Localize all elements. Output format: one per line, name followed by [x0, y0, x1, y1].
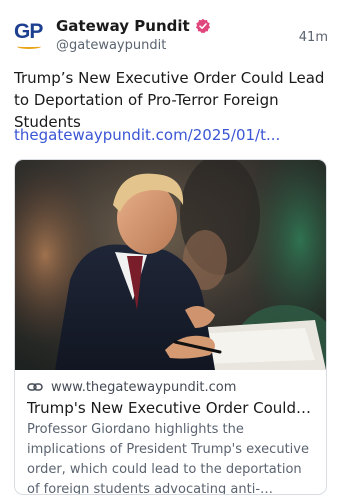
card-title[interactable]: Trump's New Executive Order Could L... — [27, 398, 315, 418]
author-name-row: Gateway Pundit — [56, 16, 211, 36]
post-header: GP Gateway Pundit @gatewaypundit 41m — [14, 14, 328, 58]
post-link[interactable]: thegatewaypundit.com/2025/01/t... — [14, 126, 280, 144]
author-name[interactable]: Gateway Pundit — [56, 17, 190, 35]
author-handle[interactable]: @gatewaypundit — [56, 38, 166, 53]
card-domain: www.thegatewaypundit.com — [51, 379, 237, 395]
post-body-text: Trump’s New Executive Order Could Lead t… — [14, 69, 325, 131]
post-timestamp[interactable]: 41m — [299, 30, 328, 45]
avatar-swoosh — [17, 44, 41, 49]
card-meta: www.thegatewaypundit.com Trump's New Exe… — [15, 370, 326, 495]
verified-badge-icon — [195, 18, 211, 34]
avatar-logo-text: GP — [14, 20, 43, 43]
link-preview-card[interactable]: www.thegatewaypundit.com Trump's New Exe… — [14, 159, 327, 495]
card-description: Professor Giordano highlights the implic… — [27, 422, 309, 495]
card-domain-row: www.thegatewaypundit.com — [27, 379, 314, 395]
avatar[interactable]: GP — [14, 20, 46, 52]
card-image[interactable] — [15, 160, 326, 370]
link-icon — [27, 379, 43, 395]
